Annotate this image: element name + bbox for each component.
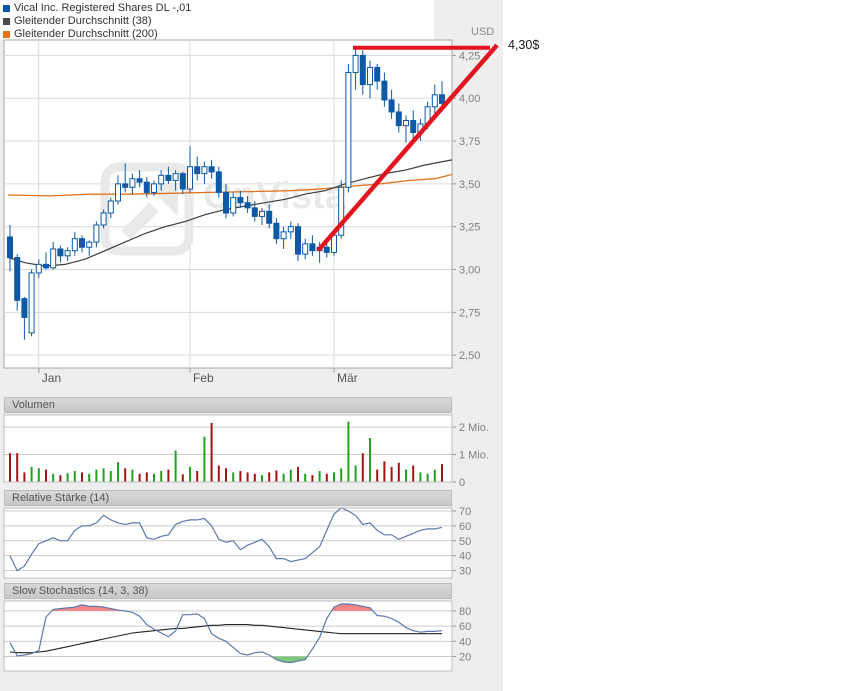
axis-tick-label: 4,25 <box>459 50 480 62</box>
x-axis-month-label: Jan <box>42 371 61 385</box>
axis-tick-label: 60 <box>459 621 471 633</box>
x-axis-month-label: Mär <box>337 371 358 385</box>
axis-tick-label: 1 Mio. <box>459 450 489 462</box>
axis-tick-label: 3,25 <box>459 222 480 234</box>
chart-canvas[interactable]: 4,25 4,00 3,75 3,50 3,25 3,00 2,75 2,50 Jan Feb Mä… <box>0 0 850 691</box>
x-axis: Jan Feb Mär <box>39 368 358 385</box>
axis-tick-label: 50 <box>459 536 471 548</box>
axis-tick-label: 70 <box>459 506 471 518</box>
axis-tick-label: 80 <box>459 606 471 618</box>
volume-plot[interactable]: 2 Mio. 1 Mio. 0 <box>4 415 489 489</box>
stochastics-plot[interactable]: 80 60 40 20 <box>4 601 471 671</box>
axis-tick-label: 20 <box>459 652 471 664</box>
axis-tick-label: 3,00 <box>459 265 480 277</box>
axis-tick-label: 3,50 <box>459 179 480 191</box>
axis-tick-label: 2 Mio. <box>459 422 489 434</box>
axis-tick-label: 2,50 <box>459 350 480 362</box>
rsi-plot[interactable]: 70 60 50 40 30 <box>4 506 471 578</box>
chart-widget-page: Vical Inc. Registered Shares DL -,01 Gle… <box>0 0 850 691</box>
axis-tick-label: 0 <box>459 477 465 489</box>
axis-tick-label: 40 <box>459 551 471 563</box>
x-axis-month-label: Feb <box>193 371 214 385</box>
axis-tick-label: 3,75 <box>459 136 480 148</box>
axis-tick-label: 2,75 <box>459 307 480 319</box>
axis-tick-label: 60 <box>459 521 471 533</box>
axis-tick-label: 30 <box>459 566 471 578</box>
axis-tick-label: 4,00 <box>459 93 480 105</box>
axis-tick-label: 40 <box>459 636 471 648</box>
